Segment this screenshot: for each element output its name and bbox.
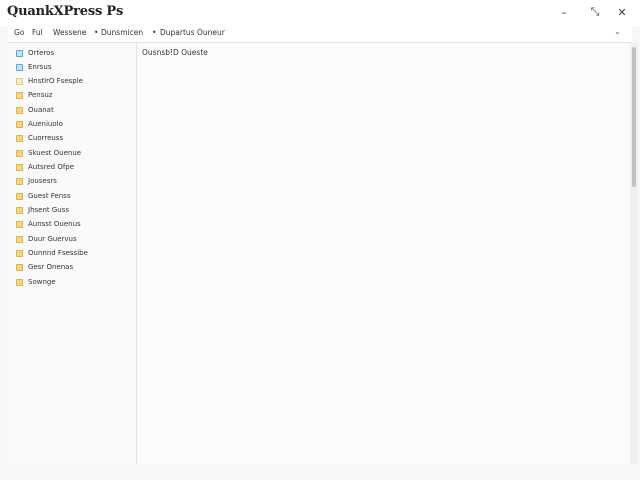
sidebar-item-autsred-ofpe[interactable]: Autsred Ofpe — [16, 161, 74, 173]
folder-icon — [16, 249, 23, 257]
folder-icon — [16, 149, 23, 157]
sidebar-item-label: Ouanat — [28, 106, 54, 114]
sidebar-item-label: HnstlrO Fsesple — [28, 77, 83, 85]
menu-item-ful[interactable]: Ful — [32, 28, 43, 37]
sidebar-item-label: Sownge — [28, 278, 56, 286]
sidebar-item-ounnnd-fsessibe[interactable]: Ounnnd Fsessibe — [16, 247, 88, 259]
folder-blue-icon — [16, 63, 23, 71]
menu-bar: Go Ful Wessene • Dunsmicen • Dupartus Ou… — [8, 26, 632, 43]
sidebar-item-jousesrs[interactable]: Jousesrs — [16, 175, 57, 187]
main-content: Ousnsb!D Oueste — [137, 43, 630, 464]
sidebar-item-enrsus[interactable]: Enrsus — [16, 61, 51, 73]
sidebar-item-ouanat[interactable]: Ouanat — [16, 104, 54, 116]
sidebar-item-label: Enrsus — [28, 63, 52, 71]
sidebar-item-guest-fenss[interactable]: Guest Fenss — [16, 190, 70, 202]
sidebar-item-label: Cuorreuss — [28, 134, 64, 142]
menu-item-go[interactable]: Go — [14, 28, 24, 37]
chevron-down-icon[interactable]: ⌄ — [614, 27, 621, 36]
folder-icon — [16, 278, 23, 286]
sidebar-item-label: Guest Fenss — [28, 192, 71, 200]
minimize-button[interactable]: – — [554, 3, 574, 21]
sidebar-item-pensuz[interactable]: Pensuz — [16, 89, 52, 101]
sidebar-item-label: Skuest Ouenue — [28, 149, 82, 157]
sidebar-item-aunsst-ouenus[interactable]: Aunsst Ouenus — [16, 218, 81, 230]
folder-icon — [16, 106, 23, 114]
vertical-scrollbar[interactable] — [630, 43, 638, 464]
sidebar-item-gesr-onenas[interactable]: Gesr Onenas — [16, 261, 73, 273]
maximize-button[interactable]: ⤡ — [585, 3, 605, 21]
sidebar-item-label: Jousesrs — [28, 177, 57, 185]
folder-icon — [16, 263, 23, 271]
sidebar-item-label: Aueniuolo — [28, 120, 63, 128]
folder-icon — [16, 192, 23, 200]
sidebar-item-label: Autsred Ofpe — [28, 163, 75, 171]
title-bar: QuankXPress Ps – ⤡ ✕ — [0, 0, 640, 26]
folder-icon — [16, 134, 23, 142]
menu-item-dupartus[interactable]: Dupartus Ouneur — [160, 28, 225, 37]
app-window: QuankXPress Ps – ⤡ ✕ Go Ful Wessene • Du… — [0, 0, 640, 480]
folder-pale-icon — [16, 77, 23, 85]
folder-icon — [16, 220, 23, 228]
menu-bullet-2: • — [152, 28, 157, 37]
sidebar-item-hnstlro-fsesple[interactable]: HnstlrO Fsesple — [16, 75, 83, 87]
sidebar-item-aueniuolo[interactable]: Aueniuolo — [16, 118, 63, 130]
menu-bullet-1: • — [94, 28, 99, 37]
folder-icon — [16, 91, 23, 99]
folder-icon — [16, 120, 23, 128]
sidebar-item-jhsent-guss[interactable]: Jhsent Guss — [16, 204, 69, 216]
sidebar-item-orteros[interactable]: Orteros — [16, 47, 54, 59]
close-button[interactable]: ✕ — [612, 3, 632, 21]
sidebar-item-label: Gesr Onenas — [28, 263, 74, 271]
menu-item-dunsmicen[interactable]: Dunsmicen — [101, 28, 143, 37]
folder-icon — [16, 163, 23, 171]
sidebar-item-label: Jhsent Guss — [28, 206, 70, 214]
content-heading: Ousnsb!D Oueste — [142, 48, 208, 57]
sidebar-item-label: Duur Guervus — [28, 235, 77, 243]
sidebar-item-label: Pensuz — [28, 91, 53, 99]
sidebar-item-label: Orteros — [28, 49, 55, 57]
menu-item-wessene[interactable]: Wessene — [53, 28, 86, 37]
sidebar-item-label: Aunsst Ouenus — [28, 220, 81, 228]
folder-icon — [16, 177, 23, 185]
scrollbar-thumb[interactable] — [632, 47, 636, 187]
sidebar-item-cuorreuss[interactable]: Cuorreuss — [16, 132, 63, 144]
folder-blue-icon — [16, 49, 23, 57]
folder-icon — [16, 235, 23, 243]
sidebar-item-skuest-ouenue[interactable]: Skuest Ouenue — [16, 147, 81, 159]
sidebar: Orteros Enrsus HnstlrO Fsesple Pensuz Ou… — [8, 43, 137, 464]
sidebar-item-duur-guervus[interactable]: Duur Guervus — [16, 233, 77, 245]
sidebar-item-sownge[interactable]: Sownge — [16, 276, 56, 288]
folder-icon — [16, 206, 23, 214]
window-title: QuankXPress Ps — [7, 4, 124, 19]
sidebar-item-label: Ounnnd Fsessibe — [28, 249, 88, 257]
